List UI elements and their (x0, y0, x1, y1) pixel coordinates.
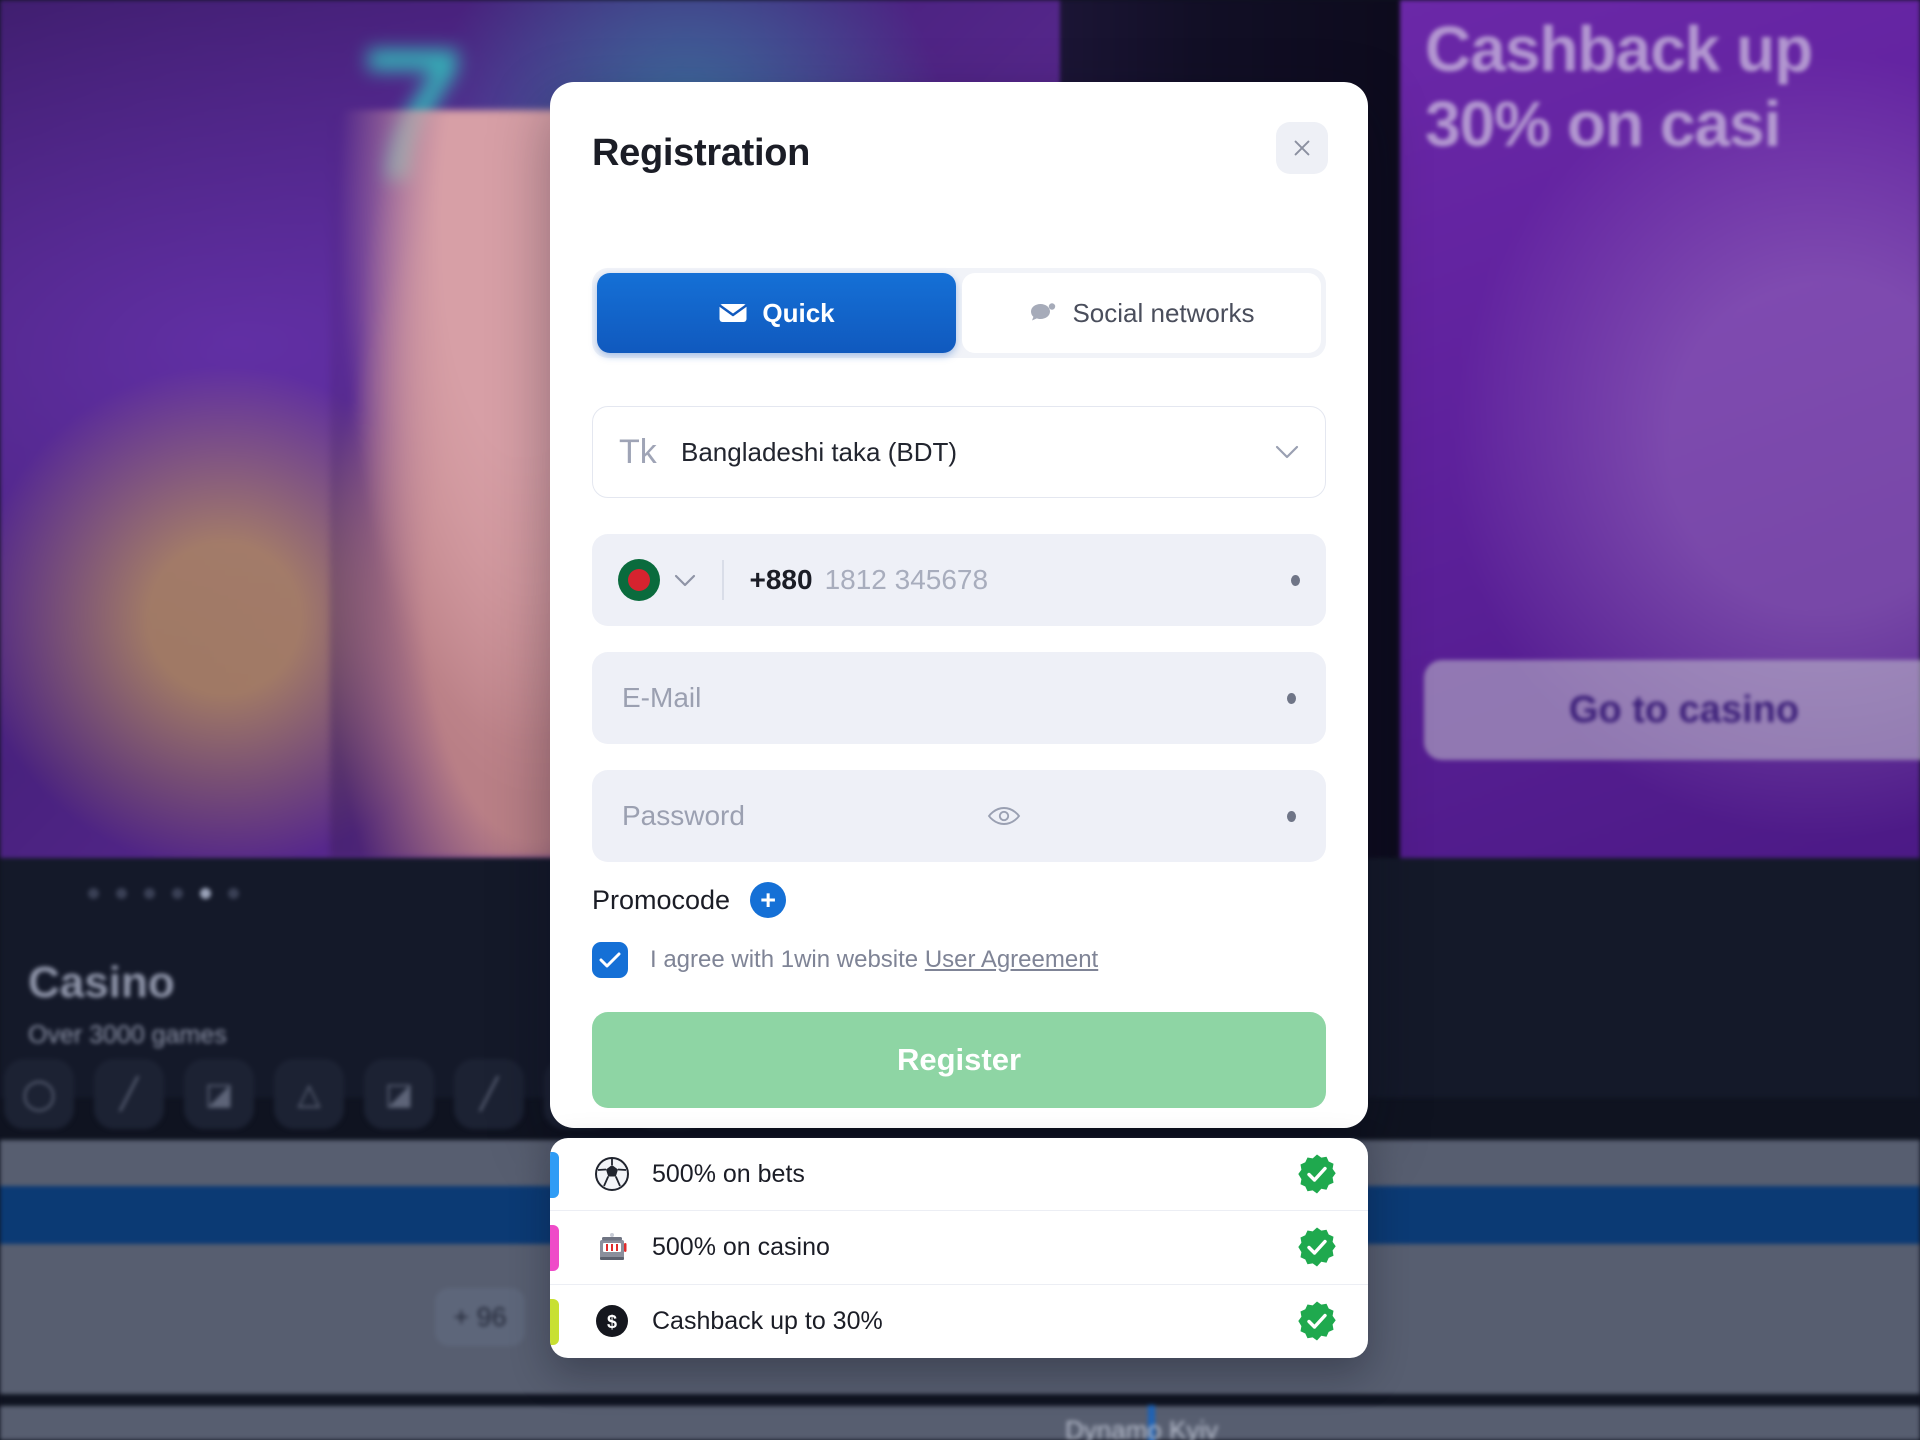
bonus-label: Cashback up to 30% (652, 1306, 883, 1335)
bonus-label: 500% on bets (652, 1159, 805, 1188)
password-input[interactable]: Password (622, 800, 745, 832)
casino-section-subtitle: Over 3000 games (28, 1021, 227, 1049)
close-button[interactable] (1276, 122, 1328, 174)
svg-text:$: $ (607, 1312, 617, 1332)
agreement-text: I agree with 1win website User Agreement (650, 946, 1098, 974)
bonus-list-item[interactable]: 500% on casino (550, 1211, 1368, 1285)
country-chevron-down-icon[interactable] (674, 574, 696, 587)
check-icon (599, 952, 621, 968)
promocode-row: Promocode + (592, 882, 787, 918)
cashback-title-line-2: 30% on casi (1425, 87, 1781, 160)
tab-quick-label: Quick (762, 297, 835, 328)
eye-icon[interactable] (987, 804, 1021, 828)
bonus-list-item[interactable]: 500% on bets (550, 1138, 1368, 1212)
tab-quick[interactable]: Quick (597, 273, 956, 353)
verified-badge-icon (1296, 1226, 1338, 1268)
carousel-dot-active[interactable] (200, 888, 211, 899)
verified-badge-icon (1296, 1153, 1338, 1195)
bonus-accent-bar (550, 1152, 559, 1198)
registration-modal: Registration Quick Social networks Tk Ba… (550, 82, 1368, 1162)
bonus-list-item[interactable]: $ Cashback up to 30% (550, 1285, 1368, 1358)
carousel-dots[interactable] (88, 888, 239, 899)
match-team-name: Dynamo Kyiv (1065, 1415, 1219, 1440)
tennis-racket-icon[interactable]: ◪ (184, 1059, 254, 1129)
cashback-title-line-1: Cashback up (1425, 13, 1813, 85)
carousel-dot[interactable] (228, 888, 239, 899)
bonus-accent-bar (550, 1225, 559, 1272)
slot-machine-icon (594, 1229, 630, 1265)
chat-bubble-icon (1031, 303, 1056, 321)
cashback-banner-title: Cashback up 30% on casi (1425, 12, 1920, 162)
promocode-label: Promocode (592, 884, 731, 915)
add-promocode-button[interactable]: + (750, 882, 787, 918)
baseball-bat-icon[interactable]: ╱ (94, 1059, 164, 1129)
user-agreement-row: I agree with 1win website User Agreement (592, 942, 1098, 978)
tab-social-networks[interactable]: Social networks (962, 273, 1321, 353)
carousel-dot[interactable] (88, 888, 99, 899)
register-button[interactable]: Register (592, 1012, 1326, 1108)
bonus-label: 500% on casino (652, 1232, 830, 1261)
chevron-down-icon (1275, 445, 1299, 459)
required-indicator-icon (1287, 810, 1296, 822)
user-agreement-link[interactable]: User Agreement (925, 946, 1098, 973)
verified-badge-icon (1296, 1300, 1338, 1342)
tab-social-networks-label: Social networks (1072, 297, 1255, 328)
phone-input[interactable]: 1812 345678 (825, 564, 989, 596)
phone-dial-code: +880 (749, 564, 813, 595)
casino-section-title: Casino (28, 958, 175, 1007)
badminton-icon[interactable]: ◪ (364, 1059, 434, 1129)
currency-symbol: Tk (619, 432, 657, 471)
cricket-bat-icon[interactable]: ╱ (454, 1059, 524, 1129)
sports-list-divider (0, 1394, 1920, 1406)
currency-select[interactable]: Tk Bangladeshi taka (BDT) (592, 406, 1326, 498)
carousel-dot[interactable] (116, 888, 127, 899)
bangladesh-flag-icon (618, 559, 660, 601)
phone-field[interactable]: +880 1812 345678 (592, 534, 1326, 626)
rugby-ball-icon[interactable]: ◯ (4, 1059, 74, 1129)
go-to-casino-button[interactable]: Go to casino (1424, 660, 1920, 760)
currency-name: Bangladeshi taka (BDT) (681, 436, 958, 467)
bonus-accent-bar (550, 1298, 559, 1345)
sports-list-footer (0, 1406, 1920, 1440)
required-indicator-icon (1291, 574, 1300, 586)
billiards-rack-icon[interactable]: △ (274, 1059, 344, 1129)
more-markets-badge[interactable]: + 96 (435, 1288, 525, 1346)
password-field[interactable]: Password (592, 770, 1326, 862)
carousel-dot[interactable] (144, 888, 155, 899)
registration-method-tabs: Quick Social networks (592, 268, 1326, 358)
money-bag-icon: $ (594, 1303, 630, 1339)
required-indicator-icon (1287, 692, 1296, 704)
email-input[interactable]: E-Mail (622, 682, 701, 714)
agreement-text-label: I agree with 1win website (650, 946, 919, 973)
email-field[interactable]: E-Mail (592, 652, 1326, 744)
field-divider (722, 560, 724, 600)
page-title: Registration (592, 132, 811, 174)
carousel-dot[interactable] (172, 888, 183, 899)
soccer-ball-icon (594, 1156, 630, 1192)
envelope-icon (719, 304, 748, 322)
agreement-checkbox[interactable] (592, 942, 628, 978)
close-icon (1294, 140, 1310, 156)
bonus-list-panel: 500% on bets 500% on casino $ Cashback u… (550, 1138, 1368, 1358)
